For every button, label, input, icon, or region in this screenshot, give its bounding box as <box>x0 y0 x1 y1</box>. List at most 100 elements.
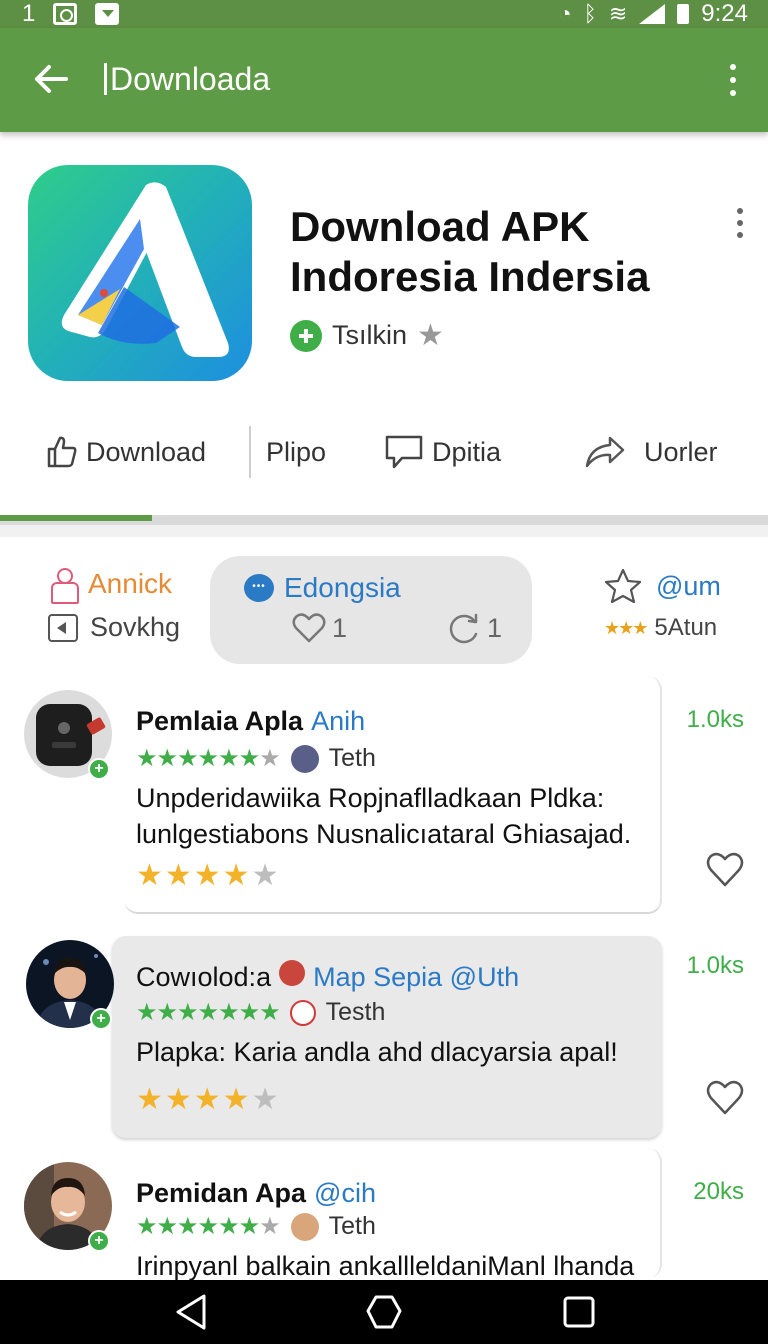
dot <box>737 208 743 214</box>
review-header: Pemlaia Apla Anih <box>136 706 365 737</box>
filter-right-sub-label: 5Atun <box>654 614 718 641</box>
exit-icon <box>48 613 78 642</box>
comment-button[interactable]: Dpitia <box>384 420 501 484</box>
more-options-button[interactable] <box>718 58 748 102</box>
filter-right[interactable]: @um ★★★ 5Atun <box>604 568 721 642</box>
reviewer-name[interactable]: Pemlaia Apla <box>136 706 303 737</box>
star-outline-icon <box>604 568 642 604</box>
filter-left-label: Annick <box>88 568 173 599</box>
tab-indicator <box>0 515 152 521</box>
review-count: 1.0ks <box>686 952 744 979</box>
reviewer-name[interactable]: Cowıolod:a <box>136 962 271 993</box>
review-header: Pemidan Apa @cih <box>136 1178 376 1209</box>
avatar[interactable]: + <box>24 690 112 780</box>
online-badge-icon: + <box>88 1230 110 1252</box>
dot <box>730 77 736 83</box>
review-text: Unpderidawiika Ropjnaflladkaan Pldka: lu… <box>136 780 656 852</box>
review-text-line-1: Unpderidawiika Ropjnaflladkaan Pldka: <box>136 783 605 813</box>
filter-left-sub-row: Sovkhg <box>48 612 180 643</box>
photo-icon <box>53 3 78 25</box>
arrow-left-icon <box>35 65 68 93</box>
review-count: 20ks <box>693 1178 744 1205</box>
review-text: Irinpyanl balkain ankallleldaniManl lhan… <box>136 1248 656 1284</box>
signal-icon <box>639 4 666 24</box>
chip-likes[interactable]: 1 <box>292 612 347 644</box>
download-button[interactable]: Download <box>46 420 206 484</box>
status-bar-right: ◔ ᛒ ≋ 9:24 <box>558 0 748 28</box>
status-bar: 1 ◔ ᛒ ≋ 9:24 <box>0 0 768 28</box>
app-logo-icon <box>28 165 252 381</box>
app-meta: Tsılkin ★ <box>290 318 444 353</box>
review-tag: Teth <box>328 1212 376 1240</box>
app-name-line-2: Indoresia Indersia <box>290 253 650 300</box>
back-nav-icon <box>176 1294 206 1330</box>
tag-icon <box>290 744 319 773</box>
recents-nav-icon <box>563 1296 595 1328</box>
avatar[interactable]: + <box>24 1162 112 1252</box>
nav-home-button[interactable] <box>359 1290 409 1334</box>
filter-chip-selected[interactable]: Edongsia 1 1 <box>210 556 532 664</box>
app-bar: Downloada <box>0 28 768 132</box>
section-divider <box>0 525 768 537</box>
review-meta: ★★★★★★★ Testh <box>136 998 385 1027</box>
chip-replies[interactable]: 1 <box>447 612 502 644</box>
filter-right-sub-row: ★★★ 5Atun <box>604 614 721 642</box>
reviewer-name[interactable]: Pemidan Apa <box>136 1178 306 1209</box>
refresh-icon <box>449 613 478 644</box>
review-text-line-1: Plapka: Karia andla ahd dlacyarsia apal! <box>136 1037 618 1067</box>
online-badge-icon: + <box>90 1008 112 1030</box>
reviewer-handle[interactable]: Anih <box>311 706 365 737</box>
green-stars-icon: ★★★★★★★ <box>136 999 281 1026</box>
app-meta-label: Tsılkin <box>332 320 408 350</box>
bluetooth-icon: ᛒ <box>583 1 597 26</box>
review-count: 1.0ks <box>686 706 744 733</box>
share-icon <box>585 436 625 468</box>
nav-recents-button[interactable] <box>554 1290 604 1334</box>
chip-replies-count: 1 <box>486 612 502 643</box>
review-meta: ★★★★★★★ Teth <box>136 744 376 773</box>
review-text-line-1: Irinpyanl balkain ankallleldaniManl lhan… <box>136 1251 635 1281</box>
status-left-text: 1 <box>22 0 36 27</box>
share-label: Uorler <box>644 436 718 467</box>
app-logo-shape <box>61 182 229 357</box>
star-empty-icon: ★ <box>251 859 281 892</box>
avatar[interactable]: + <box>26 940 114 1030</box>
dot <box>737 220 743 226</box>
plus-icon <box>290 319 322 352</box>
app-name-line-1: Download APK <box>290 203 590 250</box>
filter-left-sub-label: Sovkhg <box>90 612 181 642</box>
star-icon: ★ <box>417 319 444 352</box>
status-time: 9:24 <box>701 0 748 27</box>
review-header: Cowıolod:a Map Sepia @Uth <box>136 960 519 993</box>
filter-right-title-row: @um <box>604 568 721 604</box>
filter-left[interactable]: Annick Sovkhg <box>48 568 180 643</box>
share-button[interactable]: Uorler <box>584 420 718 484</box>
rating-stars-icon: ★★★ <box>604 617 648 638</box>
system-nav-bar <box>0 1280 768 1344</box>
app-overflow-button[interactable] <box>733 208 747 238</box>
person-icon <box>48 568 79 604</box>
like-heart-icon[interactable] <box>706 1080 744 1116</box>
app-name: Download APK Indoresia Indersia <box>290 202 710 302</box>
action-row: Download Plipo Dpitia Uorler <box>0 420 768 484</box>
alarm-icon: ◔ <box>558 1 572 26</box>
home-nav-icon <box>366 1295 402 1329</box>
like-heart-icon[interactable] <box>706 852 744 888</box>
star-empty-icon: ★ <box>251 1083 281 1116</box>
online-badge-icon: + <box>88 758 110 780</box>
gray-star-icon: ★ <box>259 745 281 772</box>
reviewer-handle[interactable]: @cih <box>314 1178 376 1209</box>
more-circle-icon <box>289 999 316 1026</box>
heart-outline-icon <box>292 613 326 643</box>
dot <box>737 232 743 238</box>
status-bar-left: 1 <box>22 0 120 28</box>
filter-left-title-row: Annick <box>48 568 180 604</box>
chip-title: Edongsia <box>244 572 401 604</box>
back-button[interactable] <box>26 54 76 104</box>
filter-right-label: @um <box>656 570 721 601</box>
nav-back-button[interactable] <box>166 1290 216 1334</box>
reviewer-handle[interactable]: Map Sepia @Uth <box>313 962 519 993</box>
plipo-button[interactable]: Plipo <box>266 420 326 484</box>
dot <box>730 64 736 70</box>
star-filled-icon: ★★★★ <box>136 859 252 892</box>
